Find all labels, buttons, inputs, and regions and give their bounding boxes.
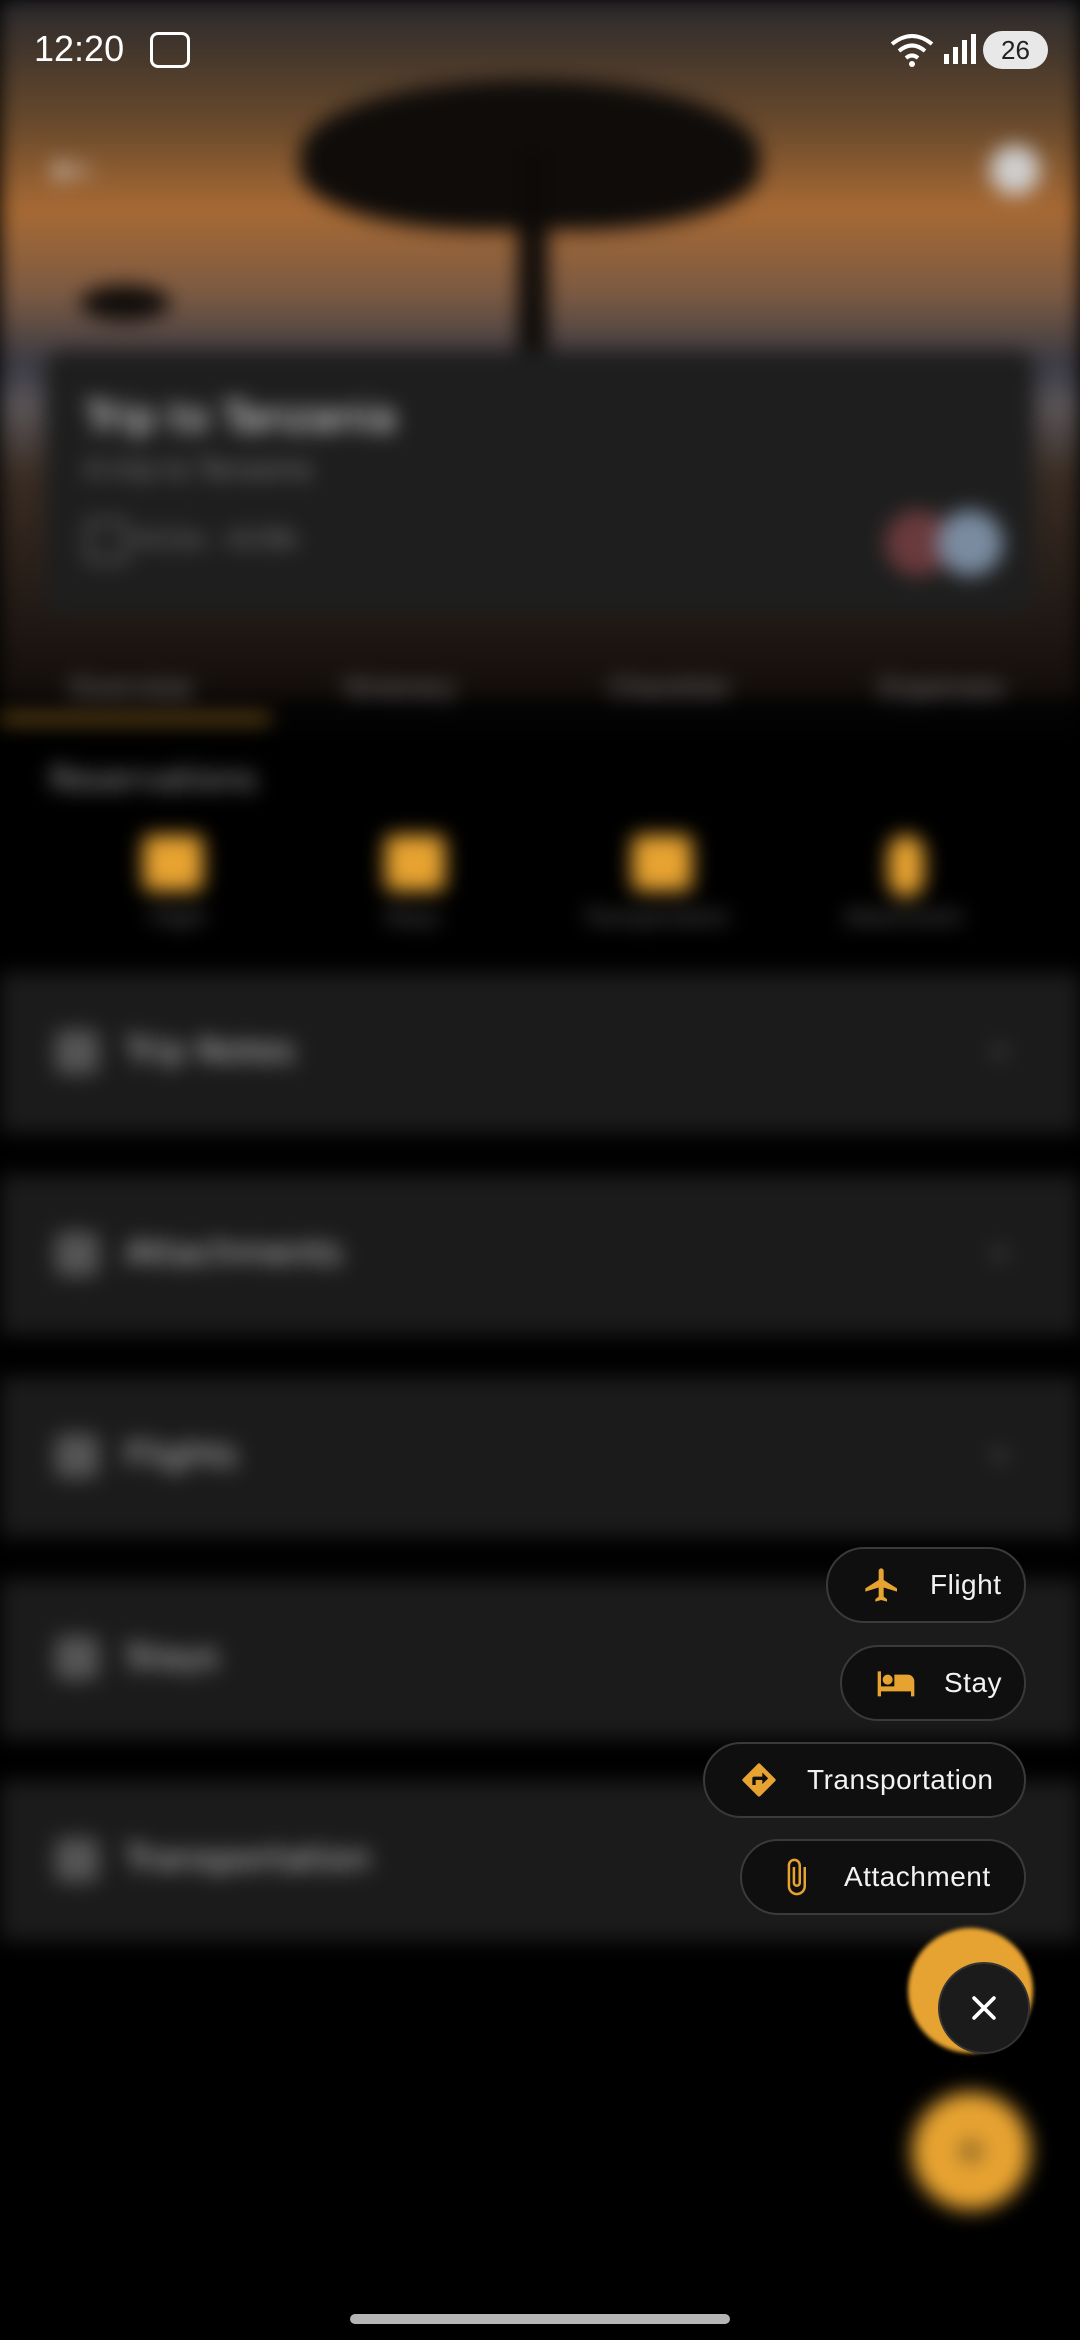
airplane-icon: [862, 1564, 902, 1606]
close-speed-dial-button[interactable]: [938, 1962, 1030, 2054]
attachment-icon: [776, 1856, 816, 1898]
bed-icon: [876, 1662, 916, 1704]
speed-dial-label: Flight: [930, 1569, 1002, 1600]
speed-dial-label: Attachment: [844, 1861, 991, 1892]
speed-dial-stay[interactable]: Stay: [840, 1645, 1026, 1721]
speed-dial-attachment[interactable]: Attachment: [740, 1839, 1026, 1915]
directions-icon: [739, 1759, 779, 1801]
speed-dial-overlay: Flight Stay Transportation Attachment: [0, 0, 1080, 2340]
speed-dial-transportation[interactable]: Transportation: [703, 1742, 1026, 1818]
speed-dial-label: Stay: [944, 1667, 1003, 1698]
home-indicator[interactable]: [350, 2314, 730, 2324]
speed-dial-label: Transportation: [807, 1764, 994, 1795]
screen: ← Trip to Tanzania A trip to Tanzania 4/…: [0, 0, 1080, 2340]
close-icon: [972, 1996, 996, 2020]
speed-dial-flight[interactable]: Flight: [826, 1547, 1026, 1623]
